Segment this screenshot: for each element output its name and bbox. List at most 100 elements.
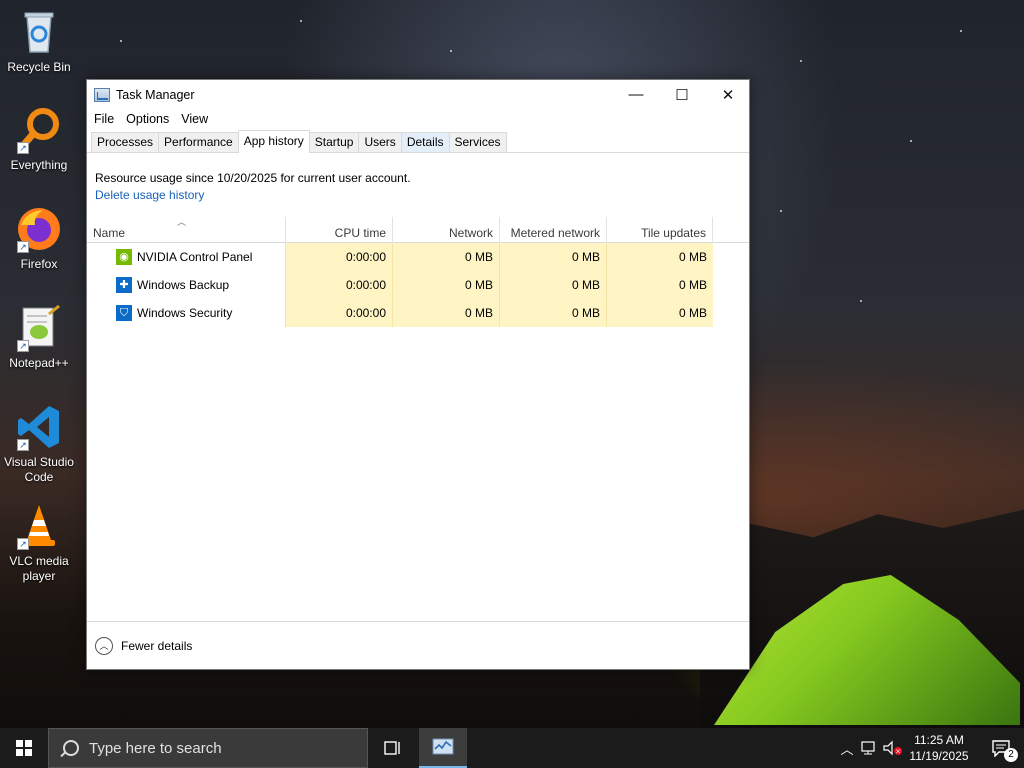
fewer-details-button[interactable]: Fewer details <box>121 639 192 653</box>
desktop-icon-label: VLC media player <box>9 554 69 583</box>
windows-logo-icon <box>16 740 32 756</box>
footer-bar: ︿ Fewer details <box>87 621 749 669</box>
star <box>960 30 962 32</box>
table-header: ︿ Name CPU time Network Metered network … <box>87 217 749 243</box>
table-row[interactable]: ◉ NVIDIA Control Panel 0:00:00 0 MB 0 MB… <box>87 243 749 271</box>
maximize-button[interactable]: ☐ <box>659 80 705 109</box>
recycle-bin-icon <box>15 8 63 56</box>
taskbar: Type here to search ︿ × 11:25 AM 11/19/2… <box>0 728 1024 768</box>
desktop-icon-firefox[interactable]: ↗ Firefox <box>0 205 78 272</box>
menu-view[interactable]: View <box>181 112 208 126</box>
star <box>780 210 782 212</box>
delete-usage-history-link[interactable]: Delete usage history <box>95 188 204 202</box>
shortcut-arrow-icon: ↗ <box>17 142 29 154</box>
metered-network-value: 0 MB <box>499 271 606 299</box>
star <box>800 60 802 62</box>
title-bar[interactable]: Task Manager — ☐ ✕ <box>87 80 749 109</box>
tab-performance[interactable]: Performance <box>158 132 239 152</box>
desktop-icon-notepadpp[interactable]: ↗ Notepad++ <box>0 304 78 371</box>
star <box>910 140 912 142</box>
task-view-icon <box>384 741 400 755</box>
backup-icon: ✚ <box>116 277 132 293</box>
shortcut-arrow-icon: ↗ <box>17 340 29 352</box>
action-center-button[interactable]: 2 <box>978 728 1024 768</box>
chevron-up-icon[interactable]: ︿ <box>95 636 113 655</box>
nvidia-icon: ◉ <box>116 249 132 265</box>
taskbar-search-box[interactable]: Type here to search <box>48 728 368 768</box>
desktop-icon-everything[interactable]: ↗ Everything <box>0 106 78 173</box>
star <box>450 50 452 52</box>
desktop-icon-vscode[interactable]: ↗ Visual Studio Code <box>0 403 78 485</box>
star <box>300 20 302 22</box>
task-manager-icon <box>94 87 110 102</box>
column-header-name[interactable]: Name <box>93 217 285 243</box>
tile-updates-value: 0 MB <box>606 299 713 327</box>
tab-details[interactable]: Details <box>400 132 450 152</box>
taskbar-task-manager[interactable] <box>419 728 467 768</box>
column-header-network[interactable]: Network <box>392 217 499 243</box>
close-button[interactable]: ✕ <box>705 80 751 109</box>
tab-users[interactable]: Users <box>358 132 402 152</box>
task-manager-icon <box>432 738 454 755</box>
column-header-cpu-time[interactable]: CPU time <box>285 217 392 243</box>
table-row[interactable]: ⛉ Windows Security 0:00:00 0 MB 0 MB 0 M… <box>87 299 749 327</box>
cpu-time-value: 0:00:00 <box>285 299 392 327</box>
app-name: Windows Backup <box>137 278 230 292</box>
star <box>120 40 122 42</box>
network-value: 0 MB <box>392 271 499 299</box>
chevron-up-icon[interactable]: ︿ <box>838 739 856 758</box>
network-icon[interactable] <box>860 740 880 756</box>
clock-date: 11/19/2025 <box>909 749 969 763</box>
search-placeholder: Type here to search <box>89 739 222 757</box>
network-value: 0 MB <box>392 243 499 271</box>
svg-text:×: × <box>895 748 901 756</box>
app-history-table: ︿ Name CPU time Network Metered network … <box>87 217 749 327</box>
volume-muted-icon[interactable]: × <box>882 740 904 756</box>
table-row[interactable]: ✚ Windows Backup 0:00:00 0 MB 0 MB 0 MB <box>87 271 749 299</box>
tab-startup[interactable]: Startup <box>308 132 360 152</box>
tab-app-history[interactable]: App history <box>237 130 310 153</box>
metered-network-value: 0 MB <box>499 299 606 327</box>
app-history-panel: Resource usage since 10/20/2025 for curr… <box>87 153 749 619</box>
column-header-metered-network[interactable]: Metered network <box>499 217 606 243</box>
system-tray: ︿ × <box>838 728 904 768</box>
shortcut-arrow-icon: ↗ <box>17 241 29 253</box>
task-manager-window: Task Manager — ☐ ✕ File Options View Pro… <box>86 79 750 670</box>
tile-updates-value: 0 MB <box>606 271 713 299</box>
desktop-icon-label: Firefox <box>20 257 58 271</box>
start-button[interactable] <box>0 728 48 768</box>
tab-processes[interactable]: Processes <box>91 132 160 152</box>
vscode-icon: ↗ <box>15 403 63 451</box>
notification-count-badge: 2 <box>1004 748 1018 762</box>
desktop-icon-label: Notepad++ <box>9 356 69 370</box>
menu-options[interactable]: Options <box>126 112 169 126</box>
tile-updates-value: 0 MB <box>606 243 713 271</box>
tab-services[interactable]: Services <box>448 132 507 152</box>
star <box>860 300 862 302</box>
desktop-icon-recycle-bin[interactable]: Recycle Bin <box>0 8 78 75</box>
app-name: NVIDIA Control Panel <box>137 250 253 264</box>
cpu-time-value: 0:00:00 <box>285 271 392 299</box>
network-value: 0 MB <box>392 299 499 327</box>
shield-icon: ⛉ <box>116 305 132 321</box>
firefox-icon: ↗ <box>15 205 63 253</box>
notepadpp-icon: ↗ <box>15 304 63 352</box>
window-title: Task Manager <box>116 87 195 102</box>
shortcut-arrow-icon: ↗ <box>17 439 29 451</box>
tab-strip: Processes Performance App history Startu… <box>87 129 749 153</box>
cpu-time-value: 0:00:00 <box>285 243 392 271</box>
desktop-icon-label: Everything <box>10 158 68 172</box>
column-header-tile-updates[interactable]: Tile updates <box>606 217 713 243</box>
resource-usage-info: Resource usage since 10/20/2025 for curr… <box>95 171 411 185</box>
everything-search-icon: ↗ <box>15 106 63 154</box>
desktop-icon-vlc[interactable]: ↗ VLC media player <box>0 502 78 584</box>
vlc-cone-icon: ↗ <box>15 502 63 550</box>
menu-file[interactable]: File <box>94 112 114 126</box>
clock-time: 11:25 AM <box>914 733 964 747</box>
metered-network-value: 0 MB <box>499 243 606 271</box>
task-view-button[interactable] <box>368 728 416 768</box>
app-name: Windows Security <box>137 306 233 320</box>
taskbar-clock[interactable]: 11:25 AM 11/19/2025 <box>904 732 974 764</box>
shortcut-arrow-icon: ↗ <box>17 538 29 550</box>
minimize-button[interactable]: — <box>613 80 659 109</box>
